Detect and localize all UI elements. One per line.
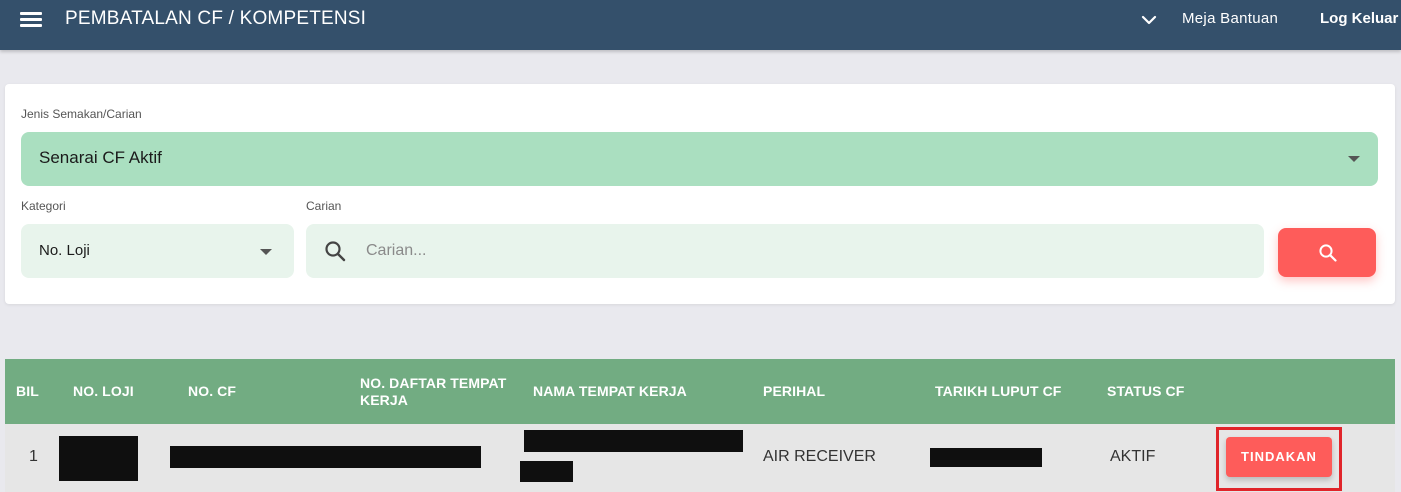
cell-bil: 1: [29, 448, 38, 465]
redacted-nama-tempat-kerja: [524, 430, 743, 452]
table-header: BIL NO. LOJI NO. CF NO. DAFTAR TEMPAT KE…: [5, 359, 1395, 424]
redacted-no-loji: [59, 436, 138, 481]
caret-down-icon: [260, 249, 272, 255]
column-header-status: STATUS CF: [1107, 383, 1185, 399]
search-icon: [325, 241, 346, 262]
column-header-perihal: PERIHAL: [763, 383, 826, 399]
column-header-bil: BIL: [16, 383, 39, 399]
search-panel: Jenis Semakan/Carian Senarai CF Aktif Ka…: [5, 84, 1395, 304]
column-header-no-cf: NO. CF: [188, 383, 237, 399]
column-header-tarikh-luput: TARIKH LUPUT CF: [935, 383, 1062, 399]
caret-down-icon: [1348, 156, 1360, 162]
category-value: No. Loji: [39, 242, 90, 259]
search-label: Carian: [306, 199, 342, 213]
search-type-value: Senarai CF Aktif: [39, 148, 162, 167]
column-header-no-loji: NO. LOJI: [73, 383, 134, 399]
logout-link[interactable]: Log Keluar: [1320, 10, 1398, 27]
cell-perihal: AIR RECEIVER: [763, 448, 876, 465]
top-navbar: PEMBATALAN CF / KOMPETENSI Meja Bantuan …: [0, 0, 1401, 50]
search-field: [306, 224, 1264, 278]
page-title: PEMBATALAN CF / KOMPETENSI: [65, 8, 367, 29]
cell-status: AKTIF: [1110, 448, 1156, 465]
column-header-nama-tempat-kerja: NAMA TEMPAT KERJA: [533, 383, 687, 399]
help-desk-link[interactable]: Meja Bantuan: [1182, 10, 1278, 27]
search-icon: [1319, 244, 1337, 262]
search-type-label: Jenis Semakan/Carian: [21, 107, 142, 121]
search-button[interactable]: [1278, 228, 1376, 277]
redacted-tarikh-luput: [930, 448, 1042, 467]
chevron-down-icon[interactable]: [1139, 10, 1159, 30]
category-select[interactable]: No. Loji: [21, 224, 294, 278]
column-header-no-daftar: NO. DAFTAR TEMPAT KERJA: [360, 375, 507, 408]
search-type-select[interactable]: Senarai CF Aktif: [21, 132, 1378, 186]
table-row: 1 AIR RECEIVER AKTIF TINDAKAN: [5, 424, 1395, 492]
tindakan-button[interactable]: TINDAKAN: [1226, 437, 1332, 477]
search-input[interactable]: [366, 236, 1246, 266]
category-label: Kategori: [21, 199, 66, 213]
menu-icon[interactable]: [20, 12, 44, 30]
redacted-no-cf: [170, 446, 481, 468]
redacted-nama-tempat-kerja-2: [520, 461, 573, 482]
